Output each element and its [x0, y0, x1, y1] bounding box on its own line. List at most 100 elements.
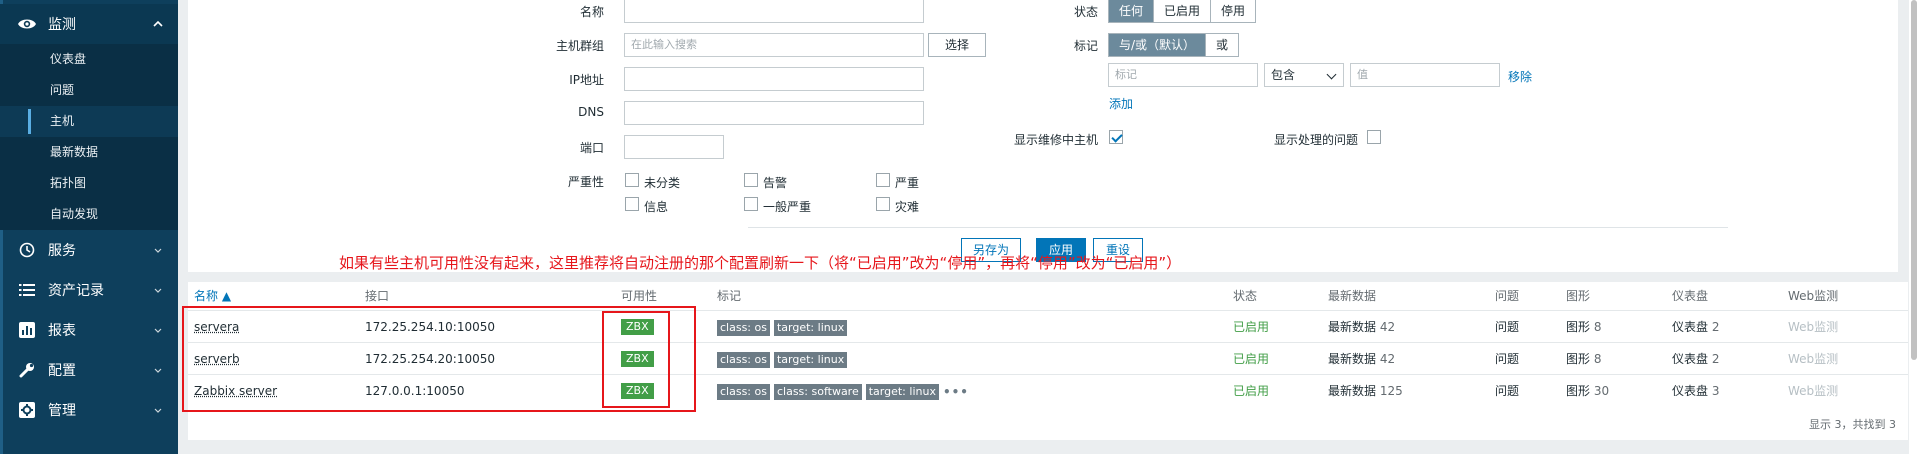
dashboards-link[interactable]: 仪表盘 2	[1672, 343, 1719, 375]
annotation-text: 如果有些主机可用性没有起来，这里推荐将自动注册的那个配置刷新一下（将“已启用”改…	[339, 254, 1182, 272]
latest-data-label: 最新数据	[1328, 320, 1377, 334]
severity-disaster-checkbox[interactable]	[876, 197, 890, 211]
severity-high-checkbox[interactable]	[876, 173, 890, 187]
nav-services[interactable]: 服务	[0, 230, 178, 270]
status-disabled-option[interactable]: 停用	[1211, 0, 1256, 22]
column-header-status[interactable]: 状态	[1233, 282, 1257, 310]
tag-badge[interactable]: target: linux	[773, 351, 848, 368]
tag-badge[interactable]: target: linux	[773, 319, 848, 336]
column-header-web: Web监测	[1788, 289, 1839, 303]
chevron-down-icon	[152, 404, 164, 416]
chevron-down-icon	[1326, 69, 1337, 80]
tag-operator-select[interactable]: 包含	[1264, 63, 1344, 87]
dashboards-link[interactable]: 仪表盘 3	[1672, 375, 1719, 407]
chevron-up-icon	[152, 18, 164, 30]
select-button[interactable]: 选择	[928, 33, 986, 57]
tag-value-input[interactable]: 值	[1350, 63, 1500, 87]
graphs-link[interactable]: 图形 30	[1566, 375, 1609, 407]
nav-dashboard[interactable]: 仪表盘	[0, 44, 178, 75]
services-icon	[16, 239, 38, 261]
problems-link[interactable]: 问题	[1495, 375, 1519, 407]
column-header-dashboards: 仪表盘	[1672, 289, 1709, 303]
latest-data-link[interactable]: 最新数据 42	[1328, 343, 1395, 375]
severity-warning-label: 告警	[763, 176, 788, 190]
tag-badge[interactable]: class: os	[717, 383, 770, 400]
status-any-option[interactable]: 任何	[1109, 0, 1155, 22]
gear-icon	[16, 399, 38, 421]
column-header-tags: 标记	[717, 289, 742, 303]
severity-warning-checkbox[interactable]	[744, 173, 758, 187]
nav-inventory[interactable]: 资产记录	[0, 270, 178, 310]
severity-not-classified-checkbox[interactable]	[625, 173, 639, 187]
severity-disaster-label: 灾难	[895, 200, 920, 214]
suppressed-checkbox[interactable]	[1367, 130, 1381, 144]
name-input[interactable]	[624, 0, 924, 23]
remove-tag-link[interactable]: 移除	[1508, 68, 1532, 85]
tag-badge[interactable]: class: software	[773, 383, 862, 400]
column-header-latest-data: 最新数据	[1328, 289, 1377, 303]
severity-information-label: 信息	[644, 200, 669, 214]
severity-label: 严重性	[567, 175, 604, 189]
host-status[interactable]: 已启用	[1233, 375, 1269, 407]
monitoring-submenu: 仪表盘 问题 主机 最新数据 拓扑图 自动发现	[0, 44, 178, 230]
tag-badge[interactable]: target: linux	[865, 383, 939, 400]
tag-mode-and-or-option[interactable]: 与/或（默认）	[1109, 34, 1207, 56]
dashboards-link[interactable]: 仪表盘 2	[1672, 311, 1719, 343]
tag-operator-value: 包含	[1271, 68, 1296, 82]
chevron-down-icon	[152, 244, 164, 256]
graphs-link[interactable]: 图形 8	[1566, 311, 1601, 343]
nav-administration-label: 管理	[48, 403, 76, 419]
port-input[interactable]	[624, 135, 724, 159]
tag-mode-or-option[interactable]: 或	[1206, 34, 1239, 56]
severity-information-checkbox[interactable]	[625, 197, 639, 211]
latest-data-link[interactable]: 最新数据 42	[1328, 311, 1395, 343]
nav-hosts[interactable]: 主机	[0, 106, 178, 137]
host-status[interactable]: 已启用	[1233, 311, 1269, 343]
nav-monitoring-label: 监测	[48, 17, 76, 33]
latest-data-label: 最新数据	[1328, 352, 1377, 366]
annotation-box-availability	[602, 311, 670, 408]
status-label: 状态	[1073, 5, 1098, 19]
vertical-scrollbar[interactable]	[1909, 0, 1919, 454]
chevron-down-icon	[152, 364, 164, 376]
tag-badge[interactable]: class: os	[717, 351, 770, 368]
nav-maps[interactable]: 拓扑图	[0, 168, 178, 199]
dashboards-label: 仪表盘	[1672, 320, 1709, 334]
add-tag-link[interactable]: 添加	[1109, 95, 1133, 112]
tags-label: 标记	[1073, 39, 1098, 53]
nav-latest-data[interactable]: 最新数据	[0, 137, 178, 168]
severity-not-classified-label: 未分类	[644, 176, 681, 190]
table-footer-count: 显示 3，共找到 3	[1809, 418, 1896, 431]
nav-discovery[interactable]: 自动发现	[0, 199, 178, 230]
nav-problems[interactable]: 问题	[0, 75, 178, 106]
graphs-label: 图形	[1566, 320, 1591, 334]
severity-average-label: 一般严重	[763, 200, 812, 214]
maintenance-checkbox[interactable]	[1109, 130, 1123, 144]
nav-reports[interactable]: 报表	[0, 310, 178, 350]
hostgroup-label: 主机群组	[555, 39, 604, 53]
nav-configuration[interactable]: 配置	[0, 350, 178, 390]
nav-administration[interactable]: 管理	[0, 390, 178, 430]
problems-link[interactable]: 问题	[1495, 343, 1519, 375]
graphs-link[interactable]: 图形 8	[1566, 343, 1601, 375]
tag-name-input[interactable]: 标记	[1108, 63, 1258, 87]
status-enabled-option[interactable]: 已启用	[1154, 0, 1212, 22]
web-link: Web监测	[1788, 352, 1839, 366]
dashboards-count: 2	[1711, 320, 1720, 334]
latest-data-label: 最新数据	[1328, 384, 1377, 398]
nav-services-label: 服务	[48, 243, 76, 259]
nav-monitoring[interactable]: 监测	[0, 4, 178, 44]
ip-input[interactable]	[624, 67, 924, 91]
host-status[interactable]: 已启用	[1233, 343, 1269, 375]
scrollbar-thumb[interactable]	[1911, 0, 1917, 360]
latest-data-link[interactable]: 最新数据 125	[1328, 375, 1403, 407]
dns-input[interactable]	[624, 101, 924, 125]
hostgroup-input[interactable]: 在此输入搜索	[624, 33, 924, 57]
tag-badge[interactable]: class: os	[717, 319, 770, 336]
sidebar: 监测 仪表盘 问题 主机 最新数据 拓扑图 自动发现 服务 资产记录 报表 配置	[0, 0, 178, 454]
more-tags-icon[interactable]: •••	[943, 376, 969, 408]
problems-link[interactable]: 问题	[1495, 311, 1519, 343]
severity-average-checkbox[interactable]	[744, 197, 758, 211]
filter-panel: 名称 主机群组 在此输入搜索 选择 IP地址 DNS 端口 严重性 未分类 告警…	[188, 0, 1898, 272]
graphs-label: 图形	[1566, 384, 1591, 398]
